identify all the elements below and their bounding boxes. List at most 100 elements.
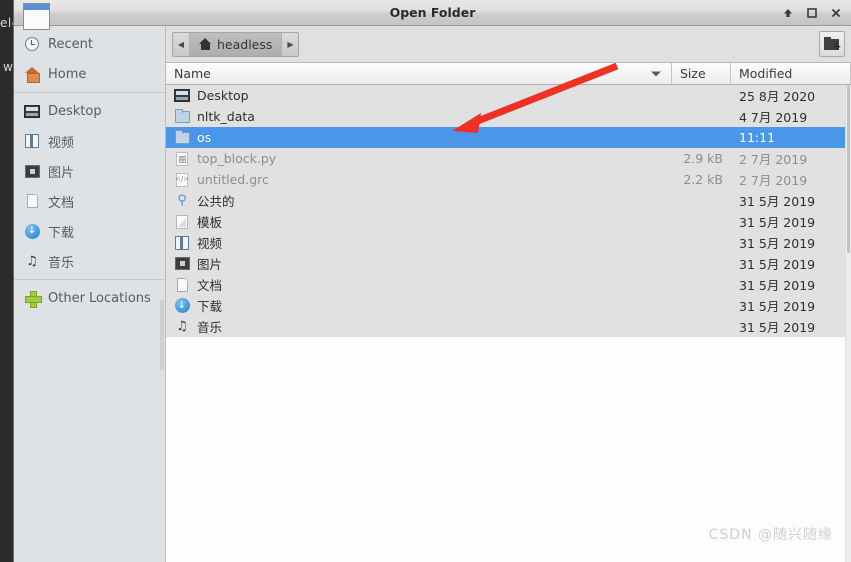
background-text-2: w — [3, 60, 14, 74]
file-name: untitled.grc — [197, 172, 269, 187]
window-buttons — [777, 0, 847, 26]
file-name-cell: os — [166, 130, 672, 145]
file-name-cell: 视频 — [166, 233, 672, 252]
documents-folder-icon — [174, 277, 190, 292]
sort-descending-icon — [651, 71, 661, 76]
public-folder-icon: ⚲ — [177, 193, 187, 208]
document-icon — [24, 193, 40, 209]
table-row[interactable]: top_block.py 2.9 kB 2 7月 2019 — [166, 148, 851, 169]
downloads-folder-icon: ↓ — [174, 298, 190, 313]
file-modified: 31 5月 2019 — [739, 299, 816, 314]
sidebar-divider — [14, 279, 165, 280]
path-back-icon[interactable]: ◀ — [173, 32, 190, 56]
watermark: CSDN @随兴随缘 — [708, 527, 833, 543]
file-name: 音乐 — [197, 320, 223, 335]
column-header-label: Size — [680, 66, 706, 81]
file-name: 模板 — [197, 215, 223, 230]
title-bar[interactable]: Open Folder — [14, 0, 851, 30]
file-size: 2.9 kB — [683, 151, 723, 166]
file-modified: 31 5月 2019 — [739, 215, 816, 230]
sidebar-item-videos[interactable]: 视频 — [14, 126, 165, 156]
file-name-cell: Desktop — [166, 88, 672, 103]
shade-button[interactable] — [777, 2, 799, 24]
create-folder-button[interactable]: + — [819, 31, 845, 57]
file-list[interactable]: Desktop 25 8月 2020 nltk_data 4 7月 2019 o… — [166, 85, 851, 562]
file-name: os — [197, 130, 212, 145]
desktop-icon — [24, 103, 40, 119]
table-row[interactable]: 图片 31 5月 2019 — [166, 253, 851, 274]
path-forward-icon[interactable]: ▶ — [281, 32, 299, 56]
file-modified: 31 5月 2019 — [739, 257, 816, 272]
places-sidebar[interactable]: Recent Home Desktop 视频 图片 文档 ↓ 下载 ♫ 音乐 O… — [14, 26, 166, 562]
table-row[interactable]: ↓ 下载 31 5月 2019 — [166, 295, 851, 316]
templates-folder-icon — [174, 214, 190, 229]
sidebar-item-label: Recent — [48, 36, 93, 52]
plus-icon — [24, 290, 42, 308]
folder-icon — [174, 109, 190, 124]
file-name: 文档 — [197, 278, 223, 293]
video-folder-icon — [174, 235, 190, 250]
file-name-cell: 文档 — [166, 275, 672, 294]
column-header-name[interactable]: Name — [166, 63, 672, 84]
column-header-size[interactable]: Size — [672, 63, 731, 84]
file-modified: 31 5月 2019 — [739, 278, 816, 293]
sidebar-item-label: Other Locations — [48, 290, 151, 306]
table-row[interactable]: 文档 31 5月 2019 — [166, 274, 851, 295]
file-name-cell: nltk_data — [166, 109, 672, 124]
sidebar-item-label: Desktop — [48, 103, 102, 119]
open-folder-dialog: Open Folder Recent Home Desktop 视频 图片 文档… — [14, 0, 851, 562]
file-name: 图片 — [197, 257, 223, 272]
table-row[interactable]: ♫ 音乐 31 5月 2019 — [166, 316, 851, 337]
table-row-selected[interactable]: os 11:11 — [166, 127, 851, 148]
sidebar-divider — [14, 92, 165, 93]
sidebar-item-downloads[interactable]: ↓ 下载 — [14, 216, 165, 246]
file-name: top_block.py — [197, 151, 277, 166]
file-modified: 31 5月 2019 — [739, 320, 816, 335]
path-toolbar: ◀ headless ▶ + — [166, 26, 851, 62]
column-header-label: Name — [174, 66, 211, 81]
download-icon: ↓ — [24, 223, 40, 239]
sidebar-item-documents[interactable]: 文档 — [14, 186, 165, 216]
sidebar-item-other-locations[interactable]: Other Locations — [14, 283, 165, 313]
column-headers: Name Size Modified — [166, 62, 851, 85]
file-modified: 31 5月 2019 — [739, 236, 816, 251]
sidebar-item-home[interactable]: Home — [14, 59, 165, 89]
music-folder-icon: ♫ — [176, 319, 188, 334]
sidebar-scrollbar[interactable] — [160, 300, 164, 370]
sidebar-item-desktop[interactable]: Desktop — [14, 96, 165, 126]
file-name-cell: </> untitled.grc — [166, 172, 672, 187]
file-name-cell: ⚲ 公共的 — [166, 191, 672, 210]
table-row[interactable]: </> untitled.grc 2.2 kB 2 7月 2019 — [166, 169, 851, 190]
file-name-cell: 图片 — [166, 254, 672, 273]
table-row[interactable]: 视频 31 5月 2019 — [166, 232, 851, 253]
sidebar-item-label: 图片 — [48, 165, 75, 181]
file-name: nltk_data — [197, 109, 255, 124]
new-folder-icon: + — [823, 37, 842, 52]
close-button[interactable] — [825, 2, 847, 24]
breadcrumb[interactable]: ◀ headless ▶ — [172, 31, 300, 57]
file-modified: 2 7月 2019 — [739, 173, 808, 188]
file-modified: 2 7月 2019 — [739, 152, 808, 167]
maximize-button[interactable] — [801, 2, 823, 24]
file-name: Desktop — [197, 88, 249, 103]
file-modified: 4 7月 2019 — [739, 110, 808, 125]
sidebar-item-pictures[interactable]: 图片 — [14, 156, 165, 186]
music-icon: ♫ — [26, 253, 38, 269]
table-row[interactable]: Desktop 25 8月 2020 — [166, 85, 851, 106]
sidebar-item-label: 文档 — [48, 195, 75, 211]
code-file-icon: </> — [174, 172, 190, 187]
sidebar-item-recent[interactable]: Recent — [14, 29, 165, 59]
file-name-cell: ♫ 音乐 — [166, 317, 672, 336]
sidebar-item-label: Home — [48, 66, 87, 82]
vertical-scrollbar[interactable] — [845, 85, 851, 562]
table-row[interactable]: 模板 31 5月 2019 — [166, 211, 851, 232]
window-title: Open Folder — [389, 5, 476, 20]
table-row[interactable]: nltk_data 4 7月 2019 — [166, 106, 851, 127]
scrollbar-thumb[interactable] — [847, 85, 850, 253]
breadcrumb-item-headless[interactable]: headless — [190, 32, 282, 56]
clock-icon — [24, 36, 40, 52]
table-row[interactable]: ⚲ 公共的 31 5月 2019 — [166, 190, 851, 211]
column-header-modified[interactable]: Modified — [731, 63, 851, 84]
sidebar-item-label: 视频 — [48, 135, 75, 151]
sidebar-item-music[interactable]: ♫ 音乐 — [14, 246, 165, 276]
